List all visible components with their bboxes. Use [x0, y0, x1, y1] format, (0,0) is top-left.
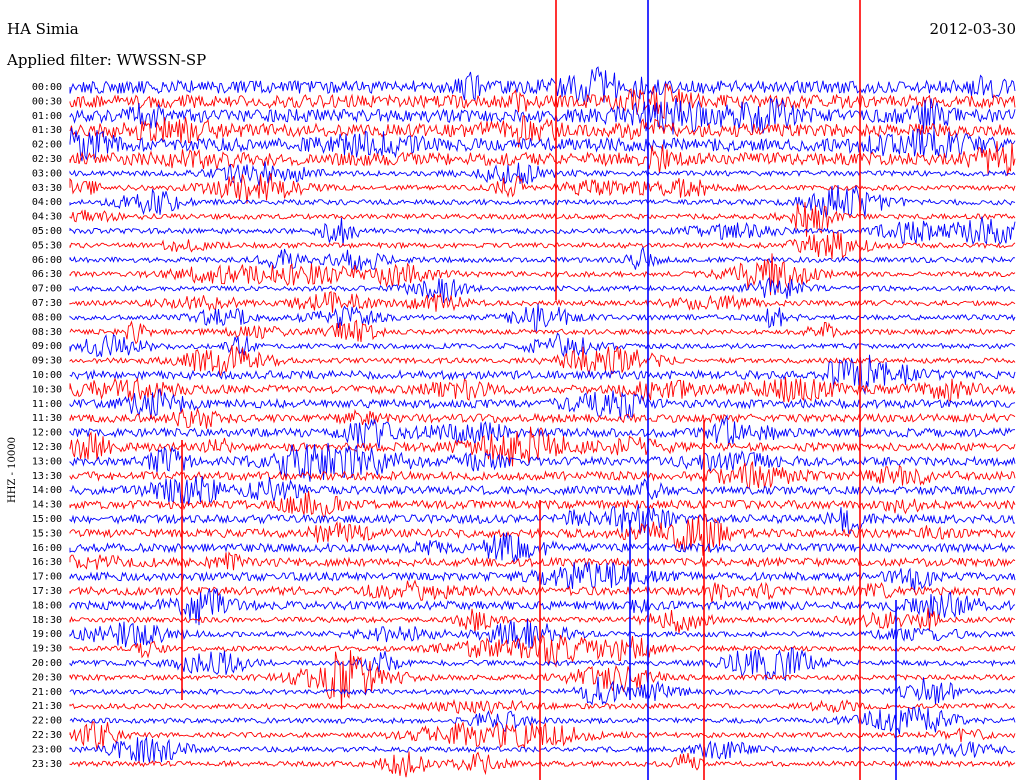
time-label: 01:30 [32, 125, 62, 136]
trace-line [69, 319, 1016, 345]
time-label: 00:30 [32, 96, 62, 107]
time-label: 09:30 [32, 356, 62, 367]
seismogram-plot: 00:00 00:30 01:00 01:30 02:00 02:30 03:00 03:30… [32, 0, 1016, 780]
time-label: 18:00 [32, 600, 62, 611]
time-label: 14:00 [32, 485, 62, 496]
time-label: 00:00 [32, 82, 62, 93]
time-label: 09:00 [32, 341, 62, 352]
trace-line [69, 698, 1016, 715]
time-label: 15:30 [32, 528, 62, 539]
trace-line [69, 551, 1016, 571]
trace-line [69, 216, 1016, 246]
time-label: 17:30 [32, 586, 62, 597]
time-label: 19:30 [32, 644, 62, 655]
time-label: 02:30 [32, 154, 62, 165]
time-label: 05:00 [32, 226, 62, 237]
time-label: 14:30 [32, 500, 62, 511]
trace-line [69, 376, 1016, 403]
trace-line [69, 407, 1016, 429]
time-label: 16:00 [32, 543, 62, 554]
time-label: 10:30 [32, 384, 62, 395]
trace-line [69, 345, 1016, 377]
trace-line [69, 579, 1016, 603]
trace-line [69, 490, 1016, 517]
time-label: 16:30 [32, 557, 62, 568]
time-label: 21:00 [32, 687, 62, 698]
time-label: 13:00 [32, 456, 62, 467]
time-label: 23:30 [32, 759, 62, 770]
time-label: 15:00 [32, 514, 62, 525]
time-label: 23:00 [32, 744, 62, 755]
trace-line [69, 202, 1016, 237]
trace-line [69, 231, 1016, 260]
time-label: 06:30 [32, 269, 62, 280]
time-label: 20:30 [32, 672, 62, 683]
time-label: 07:00 [32, 284, 62, 295]
time-label: 04:00 [32, 197, 62, 208]
time-label: 10:00 [32, 370, 62, 381]
time-label: 01:00 [32, 111, 62, 122]
trace-line [69, 720, 1016, 750]
time-label: 19:00 [32, 629, 62, 640]
time-label: 08:00 [32, 312, 62, 323]
time-label: 22:30 [32, 730, 62, 741]
time-label: 07:30 [32, 298, 62, 309]
trace-line [69, 332, 1016, 358]
time-label: 03:00 [32, 168, 62, 179]
trace-line [69, 676, 1016, 706]
traces [69, 0, 1016, 780]
time-label: 12:00 [32, 428, 62, 439]
time-label: 04:30 [32, 212, 62, 223]
time-label: 12:30 [32, 442, 62, 453]
time-label: 13:30 [32, 471, 62, 482]
time-label: 06:00 [32, 255, 62, 266]
trace-line [69, 246, 1016, 271]
trace-line [69, 461, 1016, 490]
time-label: 18:30 [32, 615, 62, 626]
trace-line [69, 706, 1016, 735]
time-label: 05:30 [32, 240, 62, 251]
trace-line [69, 276, 1016, 304]
trace-line [69, 751, 1016, 778]
trace-line [69, 389, 1016, 420]
trace-line [69, 161, 1016, 186]
time-label: 11:00 [32, 399, 62, 410]
time-label: 22:00 [32, 716, 62, 727]
trace-line [69, 303, 1016, 333]
time-label: 17:00 [32, 572, 62, 583]
time-label: 02:00 [32, 140, 62, 151]
time-label: 21:30 [32, 701, 62, 712]
trace-line [69, 173, 1016, 204]
trace-line [69, 442, 1016, 482]
time-label: 03:30 [32, 183, 62, 194]
trace-line [69, 504, 1015, 535]
time-label: 11:30 [32, 413, 62, 424]
time-labels: 00:00 00:30 01:00 01:30 02:00 02:30 03:00 03:30… [32, 82, 62, 770]
time-label: 08:30 [32, 327, 62, 338]
trace-line [69, 127, 1016, 162]
time-label: 20:00 [32, 658, 62, 669]
trace-line [69, 618, 1016, 649]
